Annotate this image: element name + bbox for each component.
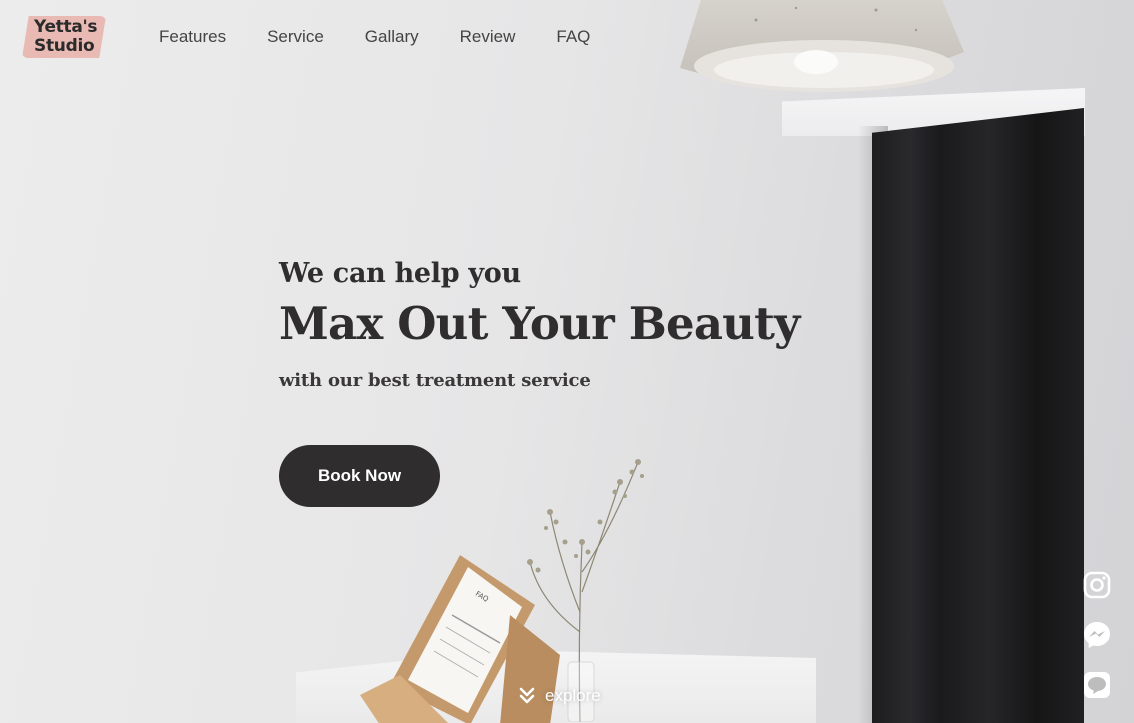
logo-text: Yetta's Studio [34,17,98,56]
hero-title: Max Out Your Beauty [279,297,800,350]
hero-subtitle: with our best treatment service [279,370,591,391]
black-curtain [872,108,1084,723]
double-chevron-down-icon [519,687,535,704]
hero-text: We can help you Max Out Your Beauty with… [279,258,800,391]
hero-pre-title: We can help you [279,258,521,289]
book-now-button[interactable]: Book Now [279,445,440,507]
logo-line-1: Yetta's [34,17,98,37]
messenger-icon[interactable] [1080,618,1114,652]
nav-item-review[interactable]: Review [460,26,516,48]
explore-label: explore [545,686,601,705]
nav-item-service[interactable]: Service [267,26,324,48]
nav-item-gallary[interactable]: Gallary [365,26,419,48]
line-icon[interactable] [1080,668,1114,702]
social-links [1080,568,1114,702]
explore-link[interactable]: explore [519,686,601,706]
pendant-lamp-image [680,0,964,92]
dried-flowers-image [527,459,644,722]
nav-item-faq[interactable]: FAQ [556,26,590,48]
logo-line-2: Studio [34,36,95,56]
instagram-icon[interactable] [1080,568,1114,602]
nav-item-features[interactable]: Features [159,26,226,48]
brand-logo[interactable]: Yetta's Studio [22,16,106,58]
main-nav: Features Service Gallary Review FAQ [159,26,631,48]
